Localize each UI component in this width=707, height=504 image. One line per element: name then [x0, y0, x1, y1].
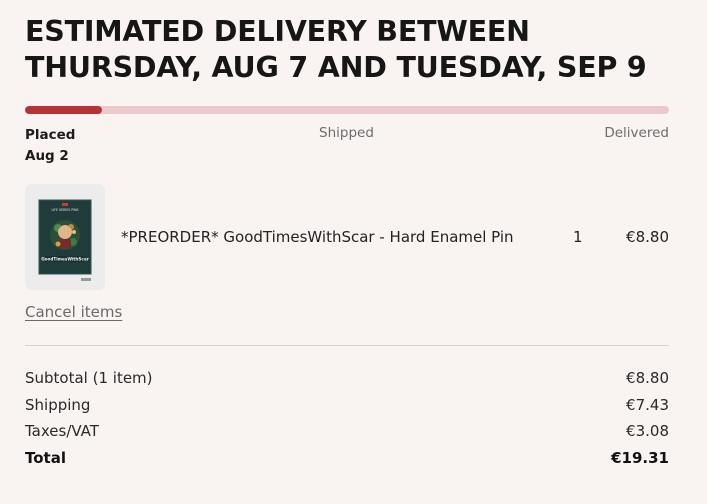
taxes-value: €3.08 [626, 422, 669, 440]
total-value: €19.31 [611, 448, 669, 467]
delivery-progress-fill [25, 106, 103, 114]
total-label: Total [25, 448, 66, 467]
order-item-row: LIFE SERIES PINS GoodTimesWithScar *PREO… [25, 184, 669, 290]
subtotal-row: Subtotal (1 item) €8.80 [25, 369, 669, 396]
step-shipped-label: Shipped [319, 125, 374, 141]
cancel-items-link[interactable]: Cancel items [25, 303, 122, 321]
pin-card-caption-name: GoodTimesWithScar [41, 257, 90, 262]
step-delivered-label: Delivered [604, 125, 669, 141]
taxes-row: Taxes/VAT €3.08 [25, 422, 669, 449]
summary-divider [25, 345, 669, 346]
step-placed: Placed Aug 2 [25, 125, 75, 167]
delivery-progress-bar [25, 106, 669, 114]
step-placed-label: Placed [25, 127, 76, 143]
enamel-pin-card-image: LIFE SERIES PINS GoodTimesWithScar [25, 184, 105, 290]
total-row: Total €19.31 [25, 449, 669, 476]
item-price: €8.80 [626, 228, 669, 246]
taxes-label: Taxes/VAT [25, 422, 99, 440]
shipping-value: €7.43 [626, 395, 669, 414]
step-placed-date: Aug 2 [25, 148, 69, 164]
subtotal-value: €8.80 [626, 369, 669, 387]
shipping-row: Shipping €7.43 [25, 396, 669, 423]
delivery-steps: Placed Aug 2 Shipped Delivered [25, 125, 669, 165]
item-quantity: 1 [573, 228, 583, 246]
order-summary: Subtotal (1 item) €8.80 Shipping €7.43 T… [25, 369, 669, 475]
subtotal-label: Subtotal (1 item) [25, 369, 153, 387]
item-name: *PREORDER* GoodTimesWithScar - Hard Enam… [121, 228, 514, 246]
delivery-estimate-heading: ESTIMATED DELIVERY BETWEEN THURSDAY, AUG… [25, 15, 647, 84]
product-thumbnail[interactable]: LIFE SERIES PINS GoodTimesWithScar [25, 184, 105, 290]
shipping-label: Shipping [25, 395, 91, 414]
pin-card-caption-small: LIFE SERIES PINS [51, 208, 78, 212]
